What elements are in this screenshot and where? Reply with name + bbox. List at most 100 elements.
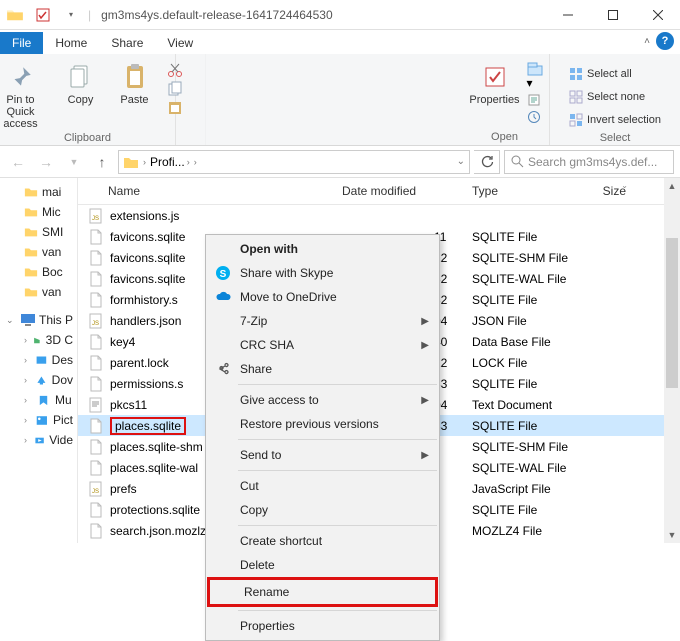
qat-dropdown-icon[interactable]: ▾ (60, 4, 82, 26)
ctx-7zip[interactable]: 7-Zip▶ (206, 309, 439, 333)
ctx-open-with[interactable]: Open with (206, 237, 439, 261)
folder-icon (24, 206, 38, 218)
sidebar-item[interactable]: ›Dov (0, 370, 77, 390)
paste-button[interactable]: Paste (113, 56, 157, 130)
address-dropdown-icon[interactable]: ⌄ (457, 156, 465, 167)
help-icon[interactable]: ? (656, 32, 674, 50)
scroll-up-icon[interactable]: ▲ (664, 178, 680, 194)
ctx-move-onedrive[interactable]: Move to OneDrive (206, 285, 439, 309)
folder-icon (24, 186, 38, 198)
column-name[interactable]: Name (78, 178, 334, 204)
scroll-thumb[interactable] (666, 238, 678, 388)
onedrive-icon (214, 288, 232, 306)
search-input[interactable]: Search gm3ms4ys.def... (504, 150, 674, 174)
column-size[interactable]: Size⌄ (584, 178, 634, 204)
file-icon (88, 523, 104, 539)
sidebar-item[interactable]: ›Vide (0, 430, 77, 450)
refresh-button[interactable] (474, 150, 500, 174)
file-type: SQLITE-SHM File (464, 251, 584, 265)
select-none-button[interactable]: Select none (569, 87, 661, 107)
pin-icon (8, 60, 34, 94)
sidebar-item[interactable]: ›3D C (0, 330, 77, 350)
sidebar-item[interactable]: mai (0, 182, 77, 202)
ctx-give-access[interactable]: Give access to▶ (206, 388, 439, 412)
library-icon (35, 354, 48, 367)
ctx-restore-previous[interactable]: Restore previous versions (206, 412, 439, 436)
file-type: SQLITE File (464, 230, 584, 244)
paste-icon (123, 60, 147, 94)
tab-share[interactable]: Share (99, 32, 155, 54)
file-name: extensions.js (110, 209, 179, 223)
ctx-rename[interactable]: Rename (210, 580, 435, 604)
table-row[interactable]: JS extensions.js (78, 205, 680, 226)
ctx-send-to[interactable]: Send to▶ (206, 443, 439, 467)
tab-view[interactable]: View (155, 32, 205, 54)
copy-button[interactable]: Copy (59, 56, 103, 130)
select-all-button[interactable]: Select all (569, 64, 661, 84)
tab-home[interactable]: Home (43, 32, 99, 54)
file-icon: JS (88, 208, 104, 224)
file-type: JSON File (464, 314, 584, 328)
ctx-create-shortcut[interactable]: Create shortcut (206, 529, 439, 553)
minimize-button[interactable] (545, 0, 590, 30)
ctx-delete[interactable]: Delete (206, 553, 439, 577)
close-button[interactable] (635, 0, 680, 30)
sidebar-item[interactable]: SMI (0, 222, 77, 242)
library-icon (33, 334, 42, 347)
scroll-down-icon[interactable]: ▼ (664, 527, 680, 543)
nav-forward-button[interactable]: → (34, 150, 58, 174)
properties-button[interactable]: Properties (467, 56, 523, 124)
file-type: SQLITE-SHM File (464, 440, 584, 454)
sidebar-item[interactable]: ›Mu (0, 390, 77, 410)
file-icon (88, 250, 104, 266)
history-icon[interactable] (527, 110, 543, 124)
folder-icon (123, 155, 139, 169)
file-icon (88, 502, 104, 518)
maximize-button[interactable] (590, 0, 635, 30)
sidebar-item[interactable]: Boc (0, 262, 77, 282)
sidebar-this-pc[interactable]: ⌄ This P (0, 310, 77, 330)
column-date[interactable]: Date modified (334, 178, 464, 204)
qat-properties-icon[interactable] (32, 4, 54, 26)
file-name: key4 (110, 335, 135, 349)
file-icon (88, 334, 104, 350)
search-icon (511, 155, 524, 168)
sidebar-item[interactable]: ›Pict (0, 410, 77, 430)
file-type: SQLITE File (464, 503, 584, 517)
sidebar-item[interactable]: van (0, 242, 77, 262)
nav-recent-button[interactable]: ▼ (62, 150, 86, 174)
nav-back-button[interactable]: ← (6, 150, 30, 174)
nav-up-button[interactable]: ↑ (90, 150, 114, 174)
file-type: SQLITE File (464, 377, 584, 391)
nav-tree[interactable]: maiMicSMIvanBocvan ⌄ This P ›3D C›Des›Do… (0, 178, 78, 543)
properties-icon (483, 60, 507, 94)
ctx-properties[interactable]: Properties (206, 614, 439, 638)
invert-selection-button[interactable]: Invert selection (569, 110, 661, 130)
file-icon: JS (88, 481, 104, 497)
chevron-right-icon: ▶ (421, 395, 429, 406)
file-icon (88, 271, 104, 287)
sidebar-item[interactable]: van (0, 282, 77, 302)
ctx-cut[interactable]: Cut (206, 474, 439, 498)
pin-quick-access-button[interactable]: Pin to Quick access (0, 56, 49, 130)
ribbon-collapse-icon[interactable]: ˄ (644, 36, 650, 47)
file-type: JavaScript File (464, 482, 584, 496)
ctx-crc-sha[interactable]: CRC SHA▶ (206, 333, 439, 357)
sidebar-item[interactable]: ›Des (0, 350, 77, 370)
edit-icon[interactable] (527, 93, 543, 107)
scrollbar[interactable]: ▲ ▼ (664, 178, 680, 543)
file-type: SQLITE File (464, 419, 584, 433)
folder-icon (4, 4, 26, 26)
ctx-copy[interactable]: Copy (206, 498, 439, 522)
file-name: favicons.sqlite (110, 272, 185, 286)
tab-file[interactable]: File (0, 32, 43, 54)
file-icon (88, 229, 104, 245)
ctx-share-skype[interactable]: SShare with Skype (206, 261, 439, 285)
folder-icon (24, 286, 38, 298)
address-bar[interactable]: › Profi...› › ⌄ (118, 150, 470, 174)
sidebar-item[interactable]: Mic (0, 202, 77, 222)
file-name: protections.sqlite (110, 503, 200, 517)
ctx-share[interactable]: Share (206, 357, 439, 381)
column-type[interactable]: Type (464, 178, 584, 204)
open-icon[interactable]: ▾ (527, 62, 543, 90)
